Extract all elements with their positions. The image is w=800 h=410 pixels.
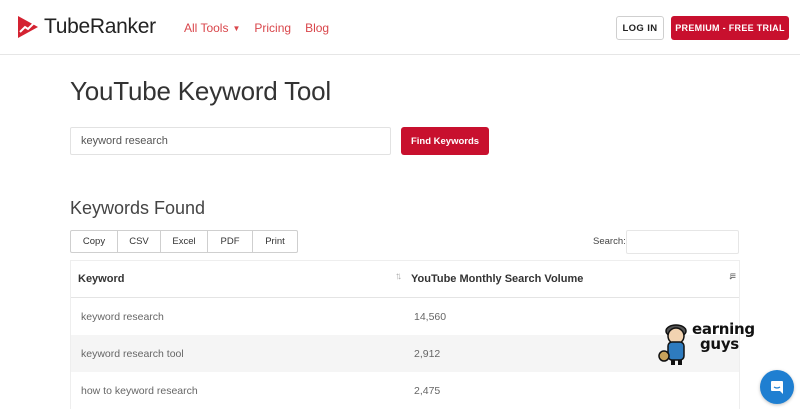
caret-down-icon: ▼	[232, 23, 241, 33]
column-header-keyword-label: Keyword	[78, 273, 125, 285]
table-search-input[interactable]	[626, 230, 739, 254]
nav-all-tools-label: All Tools	[184, 21, 229, 35]
watermark-text: earning guys	[692, 322, 755, 352]
cell-keyword: keyword research tool	[81, 347, 184, 360]
chat-button[interactable]	[760, 370, 794, 404]
keywords-table: Keyword ↑↓ YouTube Monthly Search Volume…	[70, 260, 740, 409]
watermark-line2: guys	[700, 335, 739, 353]
page-title: YouTube Keyword Tool	[70, 76, 332, 106]
nav-pricing[interactable]: Pricing	[254, 21, 291, 35]
table-row: keyword research tool 2,912	[71, 335, 739, 372]
excel-button[interactable]: Excel	[160, 230, 208, 253]
cell-keyword: keyword research	[81, 310, 164, 323]
chat-icon	[771, 381, 783, 394]
keyword-search-input[interactable]	[70, 127, 391, 155]
results-title: Keywords Found	[70, 198, 206, 218]
print-button[interactable]: Print	[252, 230, 298, 253]
nav-all-tools[interactable]: All Tools ▼	[184, 21, 240, 35]
earning-guys-watermark: earning guys	[658, 320, 762, 368]
cell-keyword: how to keyword research	[81, 384, 198, 397]
cell-volume: 2,475	[414, 384, 441, 397]
logo[interactable]: TubeRanker	[16, 14, 156, 40]
column-header-volume-label: YouTube Monthly Search Volume	[411, 273, 584, 285]
column-header-volume[interactable]: YouTube Monthly Search Volume ↓≡	[405, 261, 739, 297]
csv-button[interactable]: CSV	[117, 230, 161, 253]
table-row: keyword research 14,560	[71, 298, 739, 335]
play-trend-icon	[18, 16, 38, 38]
premium-trial-button[interactable]: PREMIUM - FREE TRIAL	[671, 16, 789, 40]
copy-button[interactable]: Copy	[70, 230, 118, 253]
find-keywords-button[interactable]: Find Keywords	[401, 127, 489, 155]
main-nav: All Tools ▼ Pricing Blog	[184, 21, 343, 35]
table-row: how to keyword research 2,475	[71, 372, 739, 409]
nav-blog[interactable]: Blog	[305, 21, 329, 35]
sort-desc-icon: ↓≡	[728, 271, 736, 282]
login-button[interactable]: LOG IN	[616, 16, 664, 40]
logo-text: TubeRanker	[44, 15, 156, 38]
top-header: TubeRanker All Tools ▼ Pricing Blog LOG …	[0, 0, 800, 55]
column-header-keyword[interactable]: Keyword ↑↓	[71, 261, 405, 297]
table-search-label: Search:	[593, 236, 626, 247]
pdf-button[interactable]: PDF	[207, 230, 253, 253]
table-header: Keyword ↑↓ YouTube Monthly Search Volume…	[71, 261, 739, 298]
sort-icon: ↑↓	[395, 271, 402, 282]
export-button-group: Copy CSV Excel PDF Print	[70, 230, 298, 253]
mascot-icon	[658, 324, 687, 365]
